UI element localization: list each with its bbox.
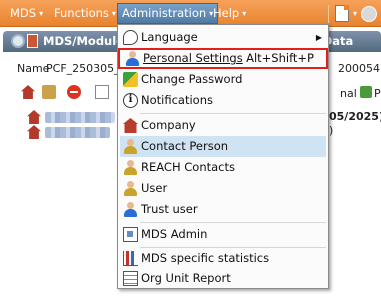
menu-mds-label: MDS xyxy=(10,6,37,20)
menu-mds[interactable]: MDS ▾ xyxy=(6,3,47,24)
menu-item-label: Org Unit Report xyxy=(141,271,231,285)
blurred-text xyxy=(45,127,110,138)
stop-icon[interactable] xyxy=(67,85,81,99)
menu-item-mds-statistics[interactable]: MDS specific statistics xyxy=(120,248,326,269)
menu-item-label: Language xyxy=(141,30,198,44)
menu-item-user[interactable]: User xyxy=(120,178,326,199)
menu-administration-label: Administration xyxy=(122,6,207,20)
menu-separator xyxy=(140,113,326,114)
user-settings-icon xyxy=(125,51,140,66)
tree-node-icon xyxy=(27,110,41,124)
menu-item-label: Trust user xyxy=(141,202,198,216)
date-fragment: 05/2025) xyxy=(329,110,381,123)
menu-item-change-password[interactable]: Change Password xyxy=(120,69,326,90)
menu-item-contact-person[interactable]: Contact Person xyxy=(120,136,326,157)
trust-user-icon xyxy=(123,202,138,217)
edit-icon[interactable] xyxy=(42,85,56,99)
menu-help[interactable]: Help ▾ xyxy=(209,3,250,24)
gear-icon xyxy=(11,34,25,48)
menu-item-notifications[interactable]: i Notifications xyxy=(120,90,326,111)
label-fragment: nal xyxy=(340,87,357,100)
menu-item-label: REACH Contacts xyxy=(141,160,235,174)
toolbar-separator xyxy=(327,4,329,23)
account-icon[interactable] xyxy=(361,5,377,22)
name-label: Name xyxy=(17,62,50,75)
key-icon xyxy=(123,72,138,87)
panel-title: MDS/Module xyxy=(43,34,124,48)
report-icon xyxy=(123,271,138,286)
toolbar-icons: ▾ xyxy=(322,2,381,25)
admin-icon xyxy=(123,227,138,242)
menu-item-company[interactable]: Company xyxy=(120,115,326,136)
shortcut-label: Alt+Shift+P xyxy=(246,51,314,65)
contact-person-icon xyxy=(123,139,138,154)
user-icon xyxy=(123,181,138,196)
menu-functions-label: Functions xyxy=(54,6,109,20)
menu-item-label: Company xyxy=(141,118,196,132)
building-icon xyxy=(123,118,138,133)
page-icon[interactable] xyxy=(95,85,109,99)
home-icon[interactable] xyxy=(21,85,35,99)
menu-item-reach-contacts[interactable]: REACH Contacts xyxy=(120,157,326,178)
chevron-down-icon[interactable]: ▾ xyxy=(353,9,357,18)
menu-functions[interactable]: Functions ▾ xyxy=(50,3,120,24)
menu-administration[interactable]: Administration ▾ xyxy=(117,3,219,24)
menu-item-label: Personal Settings xyxy=(143,51,243,65)
info-icon: i xyxy=(123,93,138,108)
green-icon[interactable] xyxy=(360,86,372,98)
menu-item-org-unit-report[interactable]: Org Unit Report xyxy=(120,268,326,289)
menu-item-label: Contact Person xyxy=(141,139,229,153)
menu-item-language[interactable]: Language ▶ xyxy=(120,27,326,48)
blurred-text xyxy=(45,112,115,123)
menu-item-mds-admin[interactable]: MDS Admin xyxy=(120,224,326,245)
submenu-arrow-icon: ▶ xyxy=(315,33,322,42)
speech-bubble-icon xyxy=(123,30,138,45)
menu-help-label: Help xyxy=(213,6,240,20)
menu-item-label: Change Password xyxy=(141,72,243,86)
menu-separator xyxy=(140,222,326,223)
menu-item-trust-user[interactable]: Trust user xyxy=(120,199,326,220)
record-number: 2000547 xyxy=(338,62,381,75)
reach-contacts-icon xyxy=(123,160,138,175)
menu-item-label: Notifications xyxy=(141,93,213,107)
chevron-down-icon: ▾ xyxy=(111,9,116,18)
paren-fragment: ) xyxy=(329,124,334,137)
document-icon xyxy=(27,34,38,48)
menu-item-label: MDS Admin xyxy=(141,227,208,241)
administration-dropdown: Language ▶ Personal Settings Alt+Shift+P… xyxy=(117,24,329,289)
tree-node-icon xyxy=(27,125,41,139)
new-document-icon[interactable] xyxy=(334,5,349,22)
chart-icon xyxy=(123,251,138,266)
chevron-down-icon: ▾ xyxy=(39,9,44,18)
chevron-down-icon: ▾ xyxy=(242,9,247,18)
name-value: PCF_250305_ xyxy=(46,62,120,75)
menu-item-personal-settings[interactable]: Personal Settings Alt+Shift+P xyxy=(118,48,328,69)
label-fragment-2: P xyxy=(374,87,381,100)
menu-item-label: User xyxy=(141,181,168,195)
menu-item-label: MDS specific statistics xyxy=(141,251,270,265)
menubar: MDS ▾ Functions ▾ Administration ▾ Help ▾ ▾ xyxy=(0,0,381,27)
